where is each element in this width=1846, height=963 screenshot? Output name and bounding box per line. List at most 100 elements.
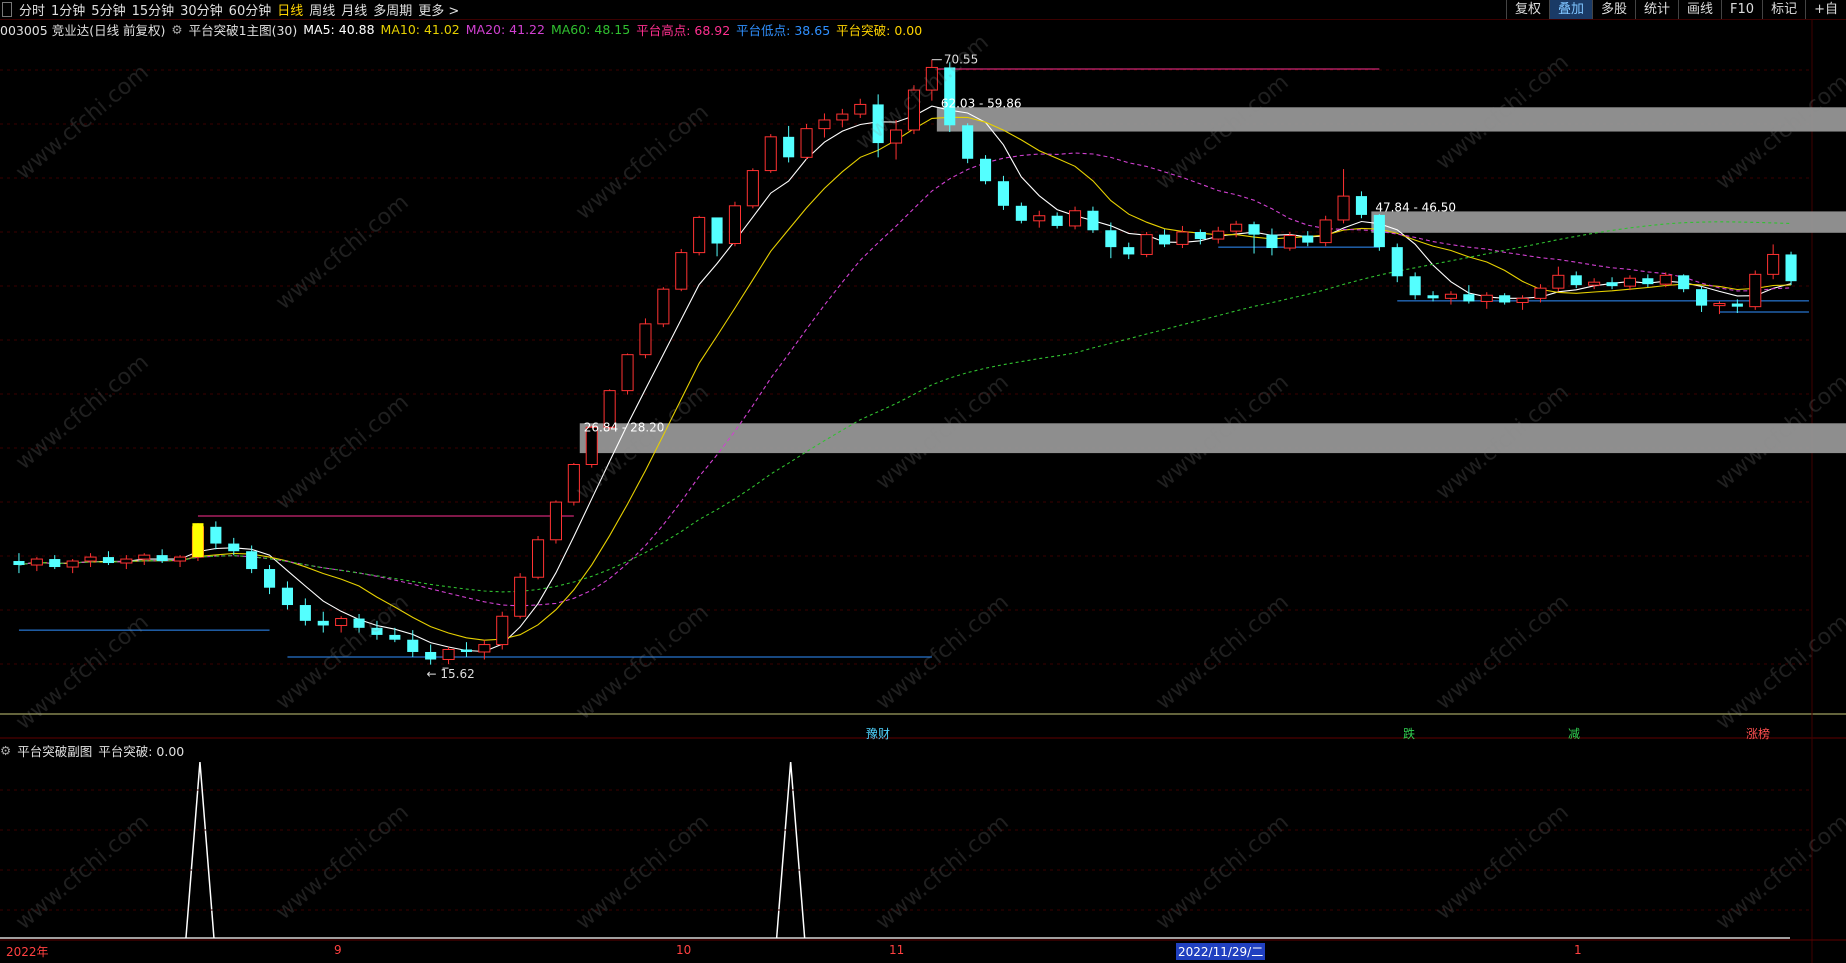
candle-body (872, 104, 884, 144)
candle-body (281, 587, 293, 606)
candles (13, 59, 1797, 665)
candle-body (84, 556, 97, 562)
candle-body (174, 556, 187, 562)
candle-body (1463, 294, 1475, 302)
event-label[interactable]: 涨榜 (1746, 725, 1770, 742)
candle-body (836, 113, 849, 121)
candle-body (66, 560, 79, 568)
candle-body (997, 181, 1009, 206)
candle-body (783, 136, 795, 158)
signal-spike (185, 761, 215, 939)
candle-body (549, 501, 562, 541)
candle-body (1427, 295, 1439, 299)
candle-body (1140, 234, 1153, 255)
date-label: 11 (889, 943, 905, 957)
candle-body (890, 129, 903, 144)
candle-body (30, 558, 43, 566)
candle-body (246, 551, 258, 570)
signal-candle (192, 523, 204, 558)
candle-body (1283, 235, 1296, 249)
candle-body (1266, 234, 1278, 249)
candle-body (1159, 234, 1171, 245)
candle-body (854, 103, 867, 115)
candle-body (371, 627, 383, 635)
candle-body (1248, 224, 1260, 235)
candle-body (657, 288, 670, 325)
cursor-date-label: 2022/11/29/二 (1176, 943, 1266, 960)
ma5-line (18, 105, 1792, 653)
candle-body (1194, 232, 1206, 240)
candle-body (1319, 219, 1332, 244)
candle-body (675, 252, 688, 290)
candle-body (907, 89, 920, 131)
candle-body (925, 66, 938, 91)
date-label: 1 (1574, 943, 1582, 957)
event-label[interactable]: 跌 (1403, 725, 1415, 742)
candle-body (228, 543, 240, 552)
ma10-line (18, 116, 1792, 641)
candle-body (1499, 295, 1511, 303)
platform-zone (579, 423, 1846, 454)
candle-body (1176, 231, 1189, 245)
candle-body (389, 634, 401, 640)
candle-body (478, 644, 491, 653)
candle-body (1659, 274, 1672, 285)
candle-body (442, 648, 455, 661)
candle-body (335, 618, 348, 626)
candle-body (1588, 281, 1601, 286)
candle-body (1696, 289, 1708, 306)
event-label[interactable]: 豫财 (866, 725, 890, 742)
chart-grid (0, 20, 1846, 963)
candle-body (567, 463, 580, 503)
candle-body (460, 649, 472, 652)
candle-body (800, 128, 813, 158)
candle-body (1123, 247, 1135, 255)
sub-indicator-value: 平台突破: 0.00 (98, 743, 185, 759)
platform-lines (18, 68, 1809, 658)
candle-body (1212, 230, 1225, 240)
min-price-label: ← 15.62 (427, 667, 475, 681)
zone3-label: 26.84 - 28.20 (584, 420, 665, 434)
candle-body (1642, 278, 1654, 285)
zone2-label: 47.84 - 46.50 (1375, 200, 1456, 214)
candle-body (746, 170, 759, 207)
candle-body (1409, 276, 1421, 296)
candle-body (1069, 210, 1082, 227)
platform-zone (1371, 211, 1846, 233)
candle-body (1606, 282, 1618, 287)
candle-body (1033, 215, 1046, 222)
candle-body (1444, 293, 1457, 299)
candle-body (711, 217, 723, 244)
candle-body (1678, 275, 1690, 290)
candle-body (1087, 210, 1099, 231)
candle-body (13, 561, 25, 566)
candle-body (1373, 214, 1385, 248)
candle-body (1105, 230, 1117, 248)
kline-chart[interactable]: 70.55 ← 15.62 62.03 - 59.86 47.84 - 46.50 26… (0, 0, 1846, 963)
sub-indicator-name[interactable]: 平台突破副图 (17, 741, 92, 760)
candle-body (102, 557, 114, 564)
candle-body (1749, 273, 1762, 308)
ma60-line (18, 221, 1792, 593)
candle-body (818, 119, 831, 130)
moving-averages (18, 105, 1792, 653)
candle-body (1731, 303, 1743, 307)
sub-chart (0, 761, 1812, 939)
candle-body (1552, 274, 1565, 289)
event-label[interactable]: 减 (1568, 725, 1580, 742)
candle-body (496, 615, 509, 646)
candle-body (1302, 235, 1314, 243)
date-label: 2022年 (6, 945, 49, 959)
candle-body (425, 651, 437, 660)
candle-body (138, 554, 151, 560)
candle-body (1015, 205, 1027, 221)
candle-body (1623, 277, 1636, 287)
candle-body (1534, 287, 1547, 299)
candle-body (962, 125, 974, 159)
sub-settings-icon[interactable]: ⚙ (0, 743, 11, 758)
candle-body (1713, 303, 1726, 307)
price-annotations: 70.55 ← 15.62 62.03 - 59.86 47.84 - 46.50 26… (427, 53, 1456, 681)
candle-body (1767, 253, 1780, 275)
candle-body (621, 354, 634, 392)
platform-zone (936, 107, 1846, 132)
